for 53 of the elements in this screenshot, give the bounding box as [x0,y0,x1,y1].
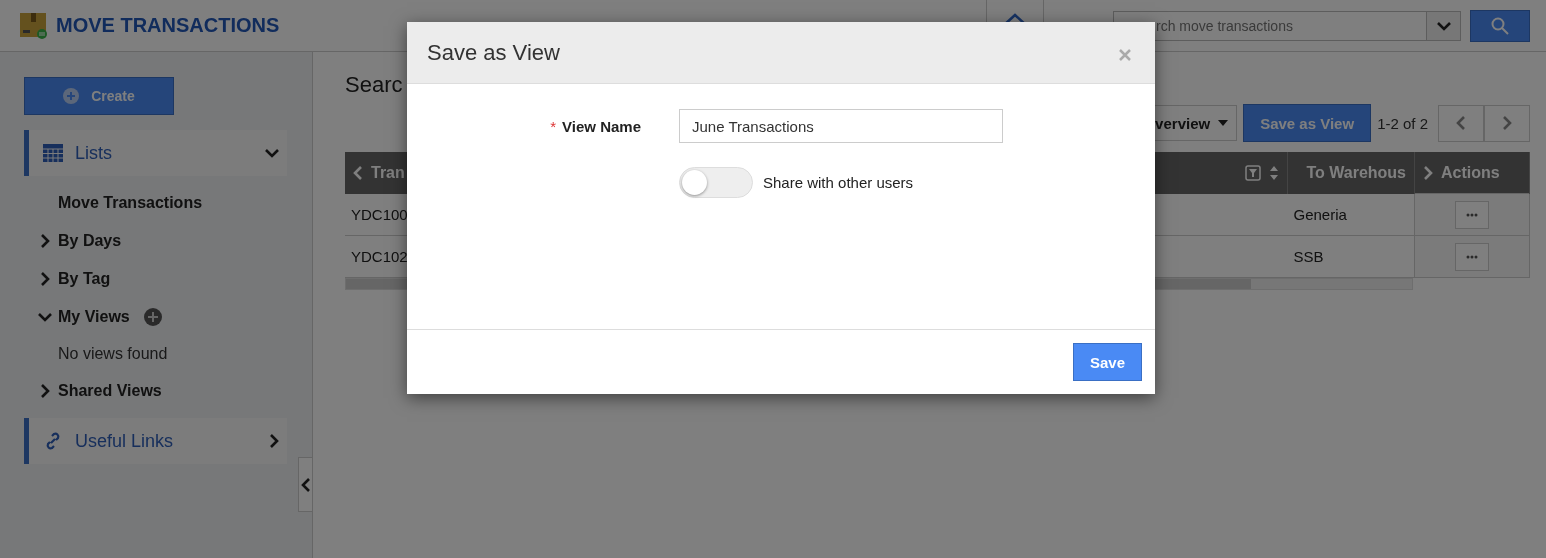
chevron-right-icon [1423,165,1433,180]
empty-note: No views found [58,345,168,363]
table-cell: SSB [1293,248,1324,265]
sidebar-group[interactable]: Shared Views [58,382,162,400]
save-button[interactable]: Save [1072,343,1142,381]
dialog-title: Save as View [427,39,561,66]
sidebar-section[interactable]: Useful Links [24,418,287,464]
table-cell: Generia [1293,205,1347,223]
app-title: MOVE TRANSACTIONS [56,14,280,37]
search-field[interactable]: rch move transactions [1113,10,1427,41]
collapse-button[interactable] [298,457,313,512]
caret-icon [1436,20,1451,31]
sidebar-section[interactable]: Lists [24,130,287,176]
table-cell: YDC102 [351,248,408,265]
sort-icon[interactable] [1269,164,1279,181]
field-label: * View Name [549,117,641,135]
chevron-right-icon [40,234,50,248]
toggle-label: Share with other users [763,174,914,191]
next-button[interactable] [1484,104,1530,142]
more-icon [1466,212,1478,217]
previous-button[interactable] [1438,104,1484,142]
add-icon[interactable] [143,308,162,326]
page-title: Searc [345,72,404,99]
share-toggle[interactable] [679,167,753,198]
sidebar-link[interactable]: Move Transactions [58,194,203,212]
column-header[interactable]: Tran [371,163,405,182]
chevron-left-icon [1456,116,1466,130]
sidebar-group[interactable]: By Days [58,232,122,250]
table-cell: YDC100 [351,205,408,223]
chevron-down-icon [38,312,52,322]
dropdown-button[interactable] [1427,10,1461,41]
search-button[interactable] [1470,9,1530,42]
chevron-left-icon [300,477,311,492]
chevron-down-icon [265,148,279,158]
chevron-right-icon [40,384,50,398]
create-button[interactable]: Create [24,77,174,115]
plus-icon [63,88,80,104]
sidebar-group[interactable]: My Views [58,308,130,326]
filter-icon[interactable] [1245,164,1261,181]
search-icon [1491,16,1509,35]
close-icon [1119,48,1131,61]
chevron-right-icon [1502,116,1512,130]
caret-icon [1218,120,1229,126]
view-name-field[interactable]: June Transactions [679,109,1003,143]
chevron-right-icon [269,434,279,448]
table-icon [43,144,63,162]
box-icon [20,12,48,39]
more-icon [1466,254,1478,259]
sidebar-group[interactable]: By Tag [58,270,111,288]
pagination-count: 1-2 of 2 [1377,114,1428,132]
chevron-right-icon [40,272,50,286]
chevron-left-icon [353,165,363,180]
save-view-button[interactable]: Save as View [1243,104,1372,142]
